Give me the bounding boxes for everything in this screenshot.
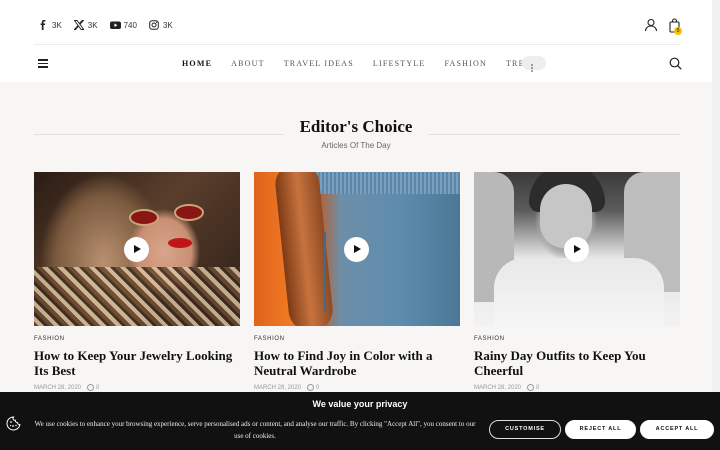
instagram-icon <box>149 20 159 30</box>
article-meta: MARCH 28, 2020 0 <box>254 384 460 391</box>
article-category[interactable]: FASHION <box>474 336 680 342</box>
instagram-count: 3K <box>162 20 173 30</box>
article-meta: MARCH 28, 2020 0 <box>34 384 240 391</box>
cookie-icon <box>6 416 21 431</box>
section-divider-left <box>34 134 284 135</box>
article-image[interactable] <box>474 172 680 326</box>
play-icon <box>134 245 141 253</box>
article-date: MARCH 28, 2020 <box>474 384 522 391</box>
top-bar: 3K 3K 740 3K 0 <box>0 0 712 44</box>
user-account-icon[interactable] <box>644 18 658 32</box>
cart-count-badge: 0 <box>674 27 682 35</box>
x-twitter-icon <box>73 20 85 30</box>
comment-count-value: 0 <box>316 384 320 391</box>
section-divider-right <box>428 134 680 135</box>
article-title[interactable]: Rainy Day Outfits to Keep You Cheerful <box>474 348 680 378</box>
social-facebook[interactable]: 3K <box>38 20 62 30</box>
play-icon <box>574 245 581 253</box>
article-meta: MARCH 28, 2020 0 <box>474 384 680 391</box>
article-image[interactable] <box>34 172 240 326</box>
menu-hamburger-icon[interactable] <box>38 59 48 68</box>
cookie-consent-banner: We value your privacy We use cookies to … <box>0 392 720 450</box>
youtube-count: 740 <box>123 20 137 30</box>
article-card: FASHION Rainy Day Outfits to Keep You Ch… <box>474 172 680 391</box>
cookie-message: We use cookies to enhance your browsing … <box>34 420 476 440</box>
reject-all-button[interactable]: REJECT ALL <box>565 420 636 439</box>
article-category[interactable]: FASHION <box>254 336 460 342</box>
social-links: 3K 3K 740 3K <box>38 20 185 30</box>
comment-icon <box>87 384 95 391</box>
article-date: MARCH 28, 2020 <box>254 384 302 391</box>
facebook-count: 3K <box>52 20 62 30</box>
comment-icon <box>307 384 315 391</box>
social-youtube[interactable]: 740 <box>109 20 137 30</box>
accept-all-button[interactable]: ACCEPT ALL <box>640 420 714 439</box>
play-video-button[interactable] <box>344 237 369 262</box>
facebook-icon <box>38 20 48 30</box>
article-title[interactable]: How to Keep Your Jewelry Looking Its Bes… <box>34 348 240 378</box>
play-video-button[interactable] <box>124 237 149 262</box>
play-video-button[interactable] <box>564 237 589 262</box>
comment-count[interactable]: 0 <box>87 384 99 391</box>
main-navigation-bar: HOME ABOUT TRAVEL IDEAS LIFESTYLE FASHIO… <box>0 45 712 82</box>
main-nav: HOME ABOUT TRAVEL IDEAS LIFESTYLE FASHIO… <box>182 45 563 82</box>
comment-icon <box>527 384 535 391</box>
page-scrollbar[interactable] <box>712 0 720 450</box>
comment-count[interactable]: 0 <box>527 384 539 391</box>
more-vertical-icon <box>531 59 533 72</box>
youtube-icon <box>109 20 121 30</box>
article-card: FASHION How to Find Joy in Color with a … <box>254 172 460 391</box>
section-subtitle: Articles Of The Day <box>321 141 391 150</box>
social-instagram[interactable]: 3K <box>149 20 173 30</box>
nav-item-lifestyle[interactable]: LIFESTYLE <box>373 59 426 68</box>
comment-count-value: 0 <box>96 384 100 391</box>
article-image[interactable] <box>254 172 460 326</box>
nav-item-home[interactable]: HOME <box>182 59 212 68</box>
nav-item-travel-ideas[interactable]: TRAVEL IDEAS <box>284 59 354 68</box>
nav-item-fashion[interactable]: FASHION <box>444 59 486 68</box>
customise-button[interactable]: CUSTOMISE <box>489 420 561 439</box>
search-icon[interactable] <box>669 57 682 70</box>
section-title: Editor's Choice <box>299 117 413 136</box>
x-count: 3K <box>87 20 98 30</box>
social-x[interactable]: 3K <box>73 20 98 30</box>
article-category[interactable]: FASHION <box>34 336 240 342</box>
play-icon <box>354 245 361 253</box>
article-card: FASHION How to Keep Your Jewelry Looking… <box>34 172 240 391</box>
comment-count[interactable]: 0 <box>307 384 319 391</box>
comment-count-value: 0 <box>536 384 540 391</box>
more-menu-button[interactable] <box>522 56 546 72</box>
nav-item-about[interactable]: ABOUT <box>231 59 265 68</box>
article-date: MARCH 28, 2020 <box>34 384 82 391</box>
article-title[interactable]: How to Find Joy in Color with a Neutral … <box>254 348 460 378</box>
cookie-title: We value your privacy <box>312 399 408 409</box>
